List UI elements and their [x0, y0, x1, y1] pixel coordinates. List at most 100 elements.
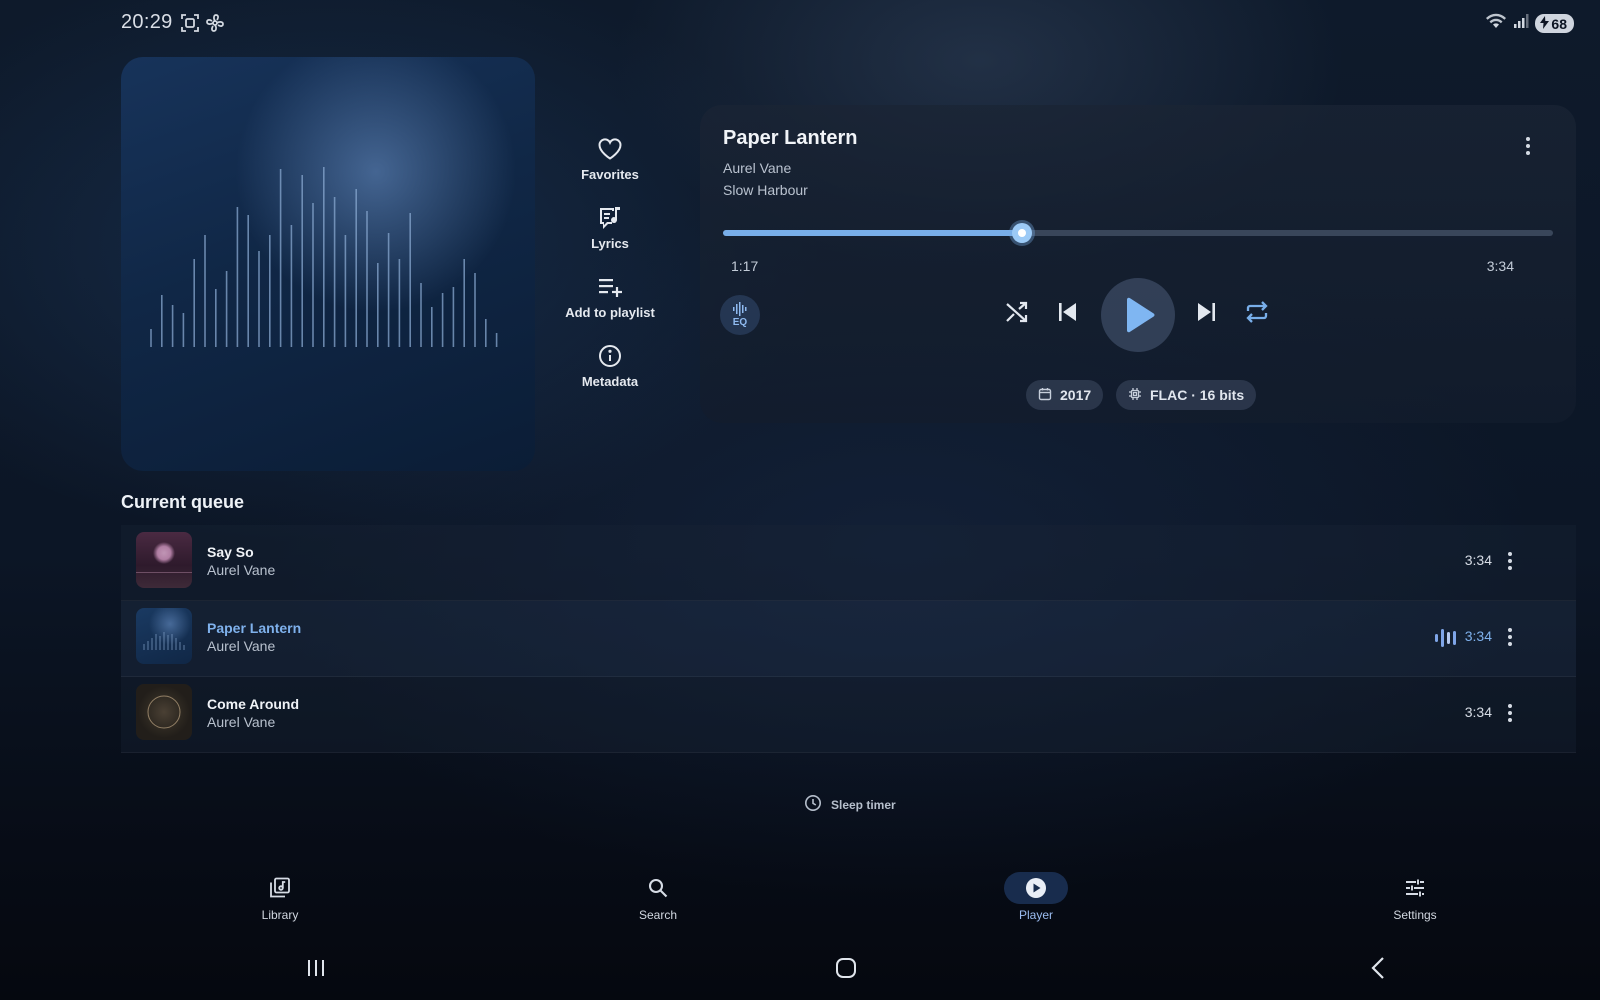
- queue-list: Say So Aurel Vane 3:34 Paper Lantern Aur…: [121, 525, 1576, 753]
- side-actions: Favorites Lyrics Add to playlist Metadat…: [560, 135, 660, 411]
- sleep-timer-button[interactable]: Sleep timer: [804, 794, 896, 815]
- queue-item-title: Paper Lantern: [207, 620, 302, 636]
- skip-next-icon: [1198, 303, 1215, 321]
- queue-item-more-button[interactable]: [1502, 549, 1518, 573]
- nav-search[interactable]: Search: [598, 872, 718, 922]
- year-chip: 2017: [1026, 380, 1104, 410]
- chip-cpu-icon: [1128, 387, 1142, 404]
- seek-thumb[interactable]: [1011, 223, 1032, 243]
- wifi-icon: [1485, 12, 1507, 35]
- repeat-button[interactable]: [1240, 295, 1274, 329]
- more-vert-icon: [1508, 552, 1512, 570]
- next-button[interactable]: [1190, 295, 1224, 329]
- queue-thumbnail: [136, 608, 192, 664]
- nav-settings-label: Settings: [1393, 908, 1437, 922]
- heart-icon: [596, 135, 624, 163]
- favorites-label: Favorites: [581, 167, 639, 182]
- queue-item-duration: 3:34: [1464, 628, 1492, 644]
- more-vert-icon: [1526, 137, 1530, 155]
- time-total: 3:34: [1486, 258, 1514, 274]
- queue-item-title: Come Around: [207, 696, 300, 712]
- bottom-navigation: Library Search Player Settings: [0, 872, 1600, 932]
- status-indicators: 68: [1485, 12, 1574, 35]
- metadata-button[interactable]: Metadata: [560, 342, 660, 411]
- home-button[interactable]: [826, 950, 866, 986]
- queue-item-duration: 3:34: [1464, 704, 1492, 720]
- seek-bar[interactable]: [723, 223, 1553, 243]
- nav-search-label: Search: [638, 908, 678, 922]
- track-title: Paper Lantern: [723, 127, 858, 149]
- queue-item-artist: Aurel Vane: [207, 714, 276, 730]
- lyrics-icon: [596, 204, 624, 232]
- equalizer-icon: [733, 302, 747, 316]
- shuffle-button[interactable]: [1000, 295, 1034, 329]
- home-icon: [836, 958, 856, 978]
- recent-apps-button[interactable]: [296, 950, 336, 986]
- favorites-button[interactable]: Favorites: [560, 135, 660, 204]
- status-bar: 20:29 68: [0, 0, 1600, 44]
- play-icon: [1127, 297, 1155, 333]
- now-playing-card: Paper Lantern Aurel Vane Slow Harbour 1:…: [700, 105, 1576, 423]
- play-button[interactable]: [1101, 278, 1175, 352]
- back-button[interactable]: [1358, 950, 1398, 986]
- add-to-playlist-button[interactable]: Add to playlist: [560, 273, 660, 342]
- queue-heading: Current queue: [121, 492, 245, 512]
- nav-library-label: Library: [261, 908, 299, 922]
- thumbnail-bars-art: [143, 632, 185, 650]
- skip-previous-icon: [1059, 303, 1076, 321]
- clock-icon: [804, 794, 822, 815]
- album-waveform-art: [150, 167, 498, 347]
- screenshot-icon: [179, 12, 201, 34]
- year-value: 2017: [1060, 387, 1092, 403]
- more-vert-icon: [1508, 628, 1512, 646]
- calendar-icon: [1038, 387, 1052, 404]
- add-to-playlist-label: Add to playlist: [565, 305, 655, 320]
- nav-player[interactable]: Player: [976, 872, 1096, 922]
- seek-progress: [723, 230, 1022, 236]
- info-icon: [596, 342, 624, 370]
- queue-item-title: Say So: [207, 544, 254, 560]
- now-playing-equalizer-icon: [1434, 628, 1460, 648]
- repeat-icon: [1246, 301, 1268, 323]
- search-icon: [626, 872, 690, 904]
- nav-library[interactable]: Library: [220, 872, 340, 922]
- system-navigation: [0, 950, 1600, 986]
- play-circle-icon: [1004, 872, 1068, 904]
- thumbnail-ring-art: [147, 695, 181, 729]
- time-elapsed: 1:17: [731, 258, 759, 274]
- queue-thumbnail: [136, 532, 192, 588]
- track-more-button[interactable]: [1518, 133, 1538, 159]
- queue-item-artist: Aurel Vane: [207, 638, 276, 654]
- queue-item-more-button[interactable]: [1502, 701, 1518, 725]
- track-artist[interactable]: Aurel Vane: [723, 160, 791, 176]
- fan-icon: [204, 12, 226, 34]
- lyrics-button[interactable]: Lyrics: [560, 204, 660, 273]
- signal-icon: [1513, 13, 1529, 34]
- lyrics-label: Lyrics: [591, 236, 629, 251]
- queue-thumbnail: [136, 684, 192, 740]
- queue-item-paper-lantern[interactable]: Paper Lantern Aurel Vane 3:34: [121, 601, 1576, 677]
- album-art: [121, 57, 535, 471]
- queue-item-say-so[interactable]: Say So Aurel Vane 3:34: [121, 525, 1576, 601]
- metadata-label: Metadata: [581, 374, 639, 389]
- format-chip: FLAC · 16 bits: [1116, 380, 1257, 410]
- queue-item-more-button[interactable]: [1502, 625, 1518, 649]
- nav-settings[interactable]: Settings: [1355, 872, 1475, 922]
- track-album[interactable]: Slow Harbour: [723, 182, 808, 198]
- recent-apps-icon: [308, 960, 324, 976]
- charging-icon: [1540, 15, 1550, 32]
- library-icon: [248, 872, 312, 904]
- previous-button[interactable]: [1050, 295, 1084, 329]
- sleep-timer-label: Sleep timer: [831, 797, 896, 812]
- nav-player-label: Player: [1018, 908, 1053, 922]
- back-chevron-icon: [1371, 957, 1384, 979]
- eq-label: EQ: [732, 317, 748, 328]
- sliders-icon: [1383, 872, 1447, 904]
- format-value: FLAC · 16 bits: [1150, 387, 1245, 403]
- status-time: 20:29: [121, 11, 173, 33]
- eq-button[interactable]: EQ: [720, 295, 760, 335]
- queue-item-come-around[interactable]: Come Around Aurel Vane 3:34: [121, 677, 1576, 753]
- queue-item-duration: 3:34: [1464, 552, 1492, 568]
- queue-item-artist: Aurel Vane: [207, 562, 276, 578]
- shuffle-icon: [1006, 301, 1028, 323]
